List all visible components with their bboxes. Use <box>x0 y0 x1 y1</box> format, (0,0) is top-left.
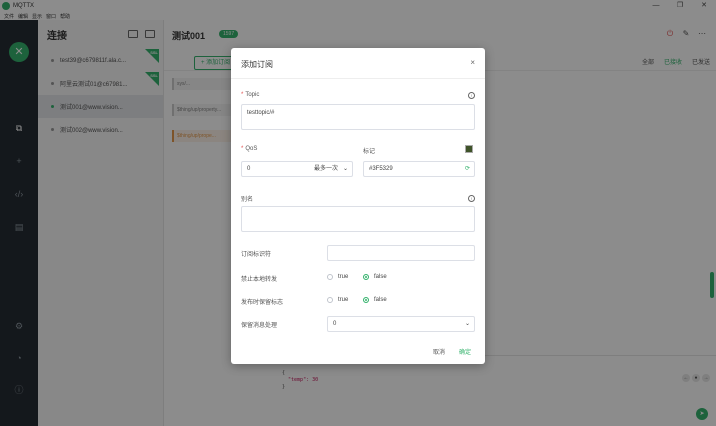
close-icon[interactable]: × <box>470 58 475 67</box>
subscription-identifier-input[interactable] <box>327 245 475 261</box>
subscription-identifier-label: 订阅标识符 <box>241 252 272 258</box>
add-subscription-dialog: 添加订阅 × * Topic ! testtopic/# * QoS 标记 0 最多… <box>231 48 485 364</box>
color-swatch[interactable] <box>465 145 473 153</box>
retain-handling-select[interactable]: 0 ⌄ <box>327 316 475 332</box>
divider <box>231 78 485 79</box>
topic-input[interactable]: testtopic/# <box>241 104 475 130</box>
chevron-down-icon: ⌄ <box>464 321 470 327</box>
color-input[interactable]: #3F5329 ⟳ <box>363 161 475 177</box>
info-icon[interactable]: ! <box>468 195 475 202</box>
retain-as-published-false-radio[interactable]: false <box>363 297 387 303</box>
retain-as-published-true-radio[interactable]: true <box>327 297 348 303</box>
retain-as-published-label: 发布时保留标志 <box>241 300 284 306</box>
confirm-button[interactable]: 确定 <box>459 347 471 356</box>
no-local-true-radio[interactable]: true <box>327 274 348 280</box>
refresh-icon: ⟳ <box>464 166 470 172</box>
color-label: 标记 <box>363 149 376 155</box>
qos-label: * QoS <box>241 146 258 152</box>
chevron-down-icon: ⌄ <box>342 166 348 172</box>
alias-label: 别名 <box>241 197 254 203</box>
topic-label: * Topic <box>241 92 260 98</box>
dialog-title: 添加订阅 <box>241 60 273 69</box>
alias-input[interactable] <box>241 206 475 232</box>
retain-handling-label: 保留消息处理 <box>241 323 278 329</box>
cancel-button[interactable]: 取消 <box>433 347 445 356</box>
info-icon[interactable]: ! <box>468 92 475 99</box>
no-local-label: 禁止本地转发 <box>241 277 278 283</box>
qos-select[interactable]: 0 最多一次 ⌄ <box>241 161 353 177</box>
no-local-false-radio[interactable]: false <box>363 274 387 280</box>
